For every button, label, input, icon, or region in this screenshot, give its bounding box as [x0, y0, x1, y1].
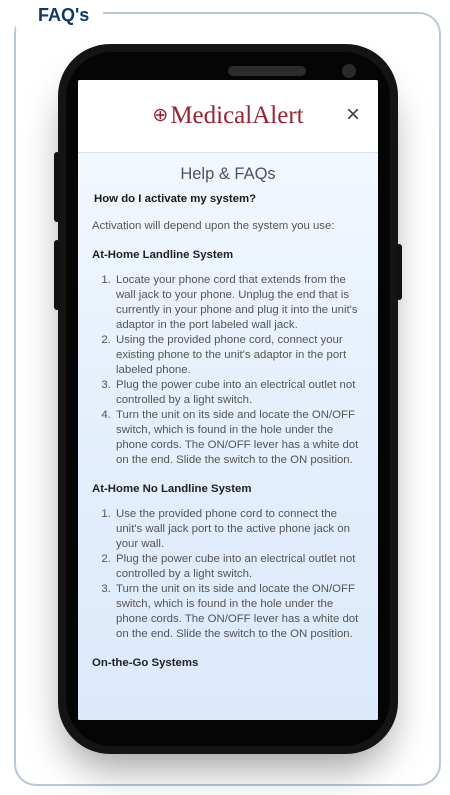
section-heading: At-Home Landline System [92, 249, 234, 261]
list-item: Plug the power cube into an electrical o… [114, 378, 366, 408]
volume-button [54, 240, 60, 310]
logo-text-medical: Medical [170, 102, 253, 129]
front-camera-icon [342, 64, 356, 78]
instruction-list: Use the provided phone cord to connect t… [92, 507, 366, 642]
list-item: Plug the power cube into an electrical o… [114, 552, 366, 582]
question-text: How do I activate my system? [94, 193, 257, 205]
scroll-fade [78, 697, 378, 720]
list-item: Using the provided phone cord, connect y… [114, 333, 366, 378]
answer-intro: Activation will depend upon the system y… [92, 220, 335, 232]
page-title: Help & FAQs [180, 165, 276, 183]
faq-question[interactable]: 1. How do I activate my system? [78, 192, 362, 207]
faq-content[interactable]: Help & FAQs 1. How do I activate my syst… [78, 153, 378, 720]
volume-button [54, 152, 60, 222]
medical-alert-logo: ⊕MedicalAlert [78, 102, 378, 130]
section-heading: At-Home No Landline System [92, 483, 252, 495]
instruction-list: Locate your phone cord that extends from… [92, 273, 366, 468]
section-heading: On-the-Go Systems [92, 657, 199, 669]
list-item: Turn the unit on its side and locate the… [114, 582, 366, 642]
speaker-grille [228, 66, 306, 76]
card-title: FAQ's [16, 0, 104, 30]
list-item: Turn the unit on its side and locate the… [114, 408, 366, 468]
app-header: ⊕MedicalAlert × [78, 80, 378, 153]
cross-logo-icon: ⊕ [152, 105, 169, 126]
list-item: Locate your phone cord that extends from… [114, 273, 366, 333]
phone-screen: ⊕MedicalAlert × Help & FAQs 1. How do I … [78, 80, 378, 720]
logo-text-alert: Alert [252, 102, 304, 129]
list-item: Use the provided phone cord to connect t… [114, 507, 366, 552]
close-button[interactable]: × [340, 102, 366, 128]
power-button [396, 244, 402, 300]
